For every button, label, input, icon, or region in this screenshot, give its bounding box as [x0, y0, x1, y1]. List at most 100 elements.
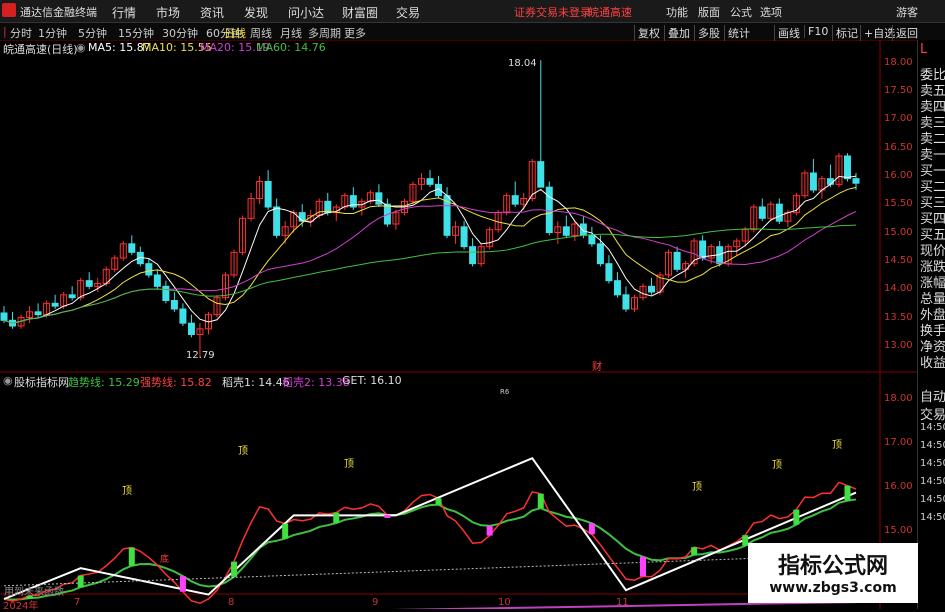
- period-tick[interactable]: 分时: [10, 25, 32, 41]
- candle-body: [145, 263, 153, 276]
- side-panel-trade-item[interactable]: 交易: [920, 404, 945, 423]
- menu-item-news[interactable]: 资讯: [200, 4, 224, 21]
- period-30min[interactable]: 30分钟: [162, 25, 198, 41]
- signal-box: [793, 509, 800, 525]
- menu-item-market[interactable]: 市场: [156, 4, 180, 21]
- menu-item-discover[interactable]: 发现: [244, 4, 268, 21]
- candle-body: [579, 223, 587, 236]
- candle-body: [179, 308, 187, 324]
- overlay-button[interactable]: 叠加: [664, 25, 690, 41]
- stock-notice[interactable]: 皖通高速: [588, 4, 632, 20]
- price-tick-label: 17.50: [884, 84, 913, 96]
- adjust-button[interactable]: 复权: [634, 25, 660, 41]
- signal-box: [384, 514, 391, 518]
- signal-bottom-1: 底: [160, 555, 170, 565]
- menu-item-wealth[interactable]: 财富圈: [342, 4, 378, 21]
- add-watchlist-button[interactable]: +自选: [860, 25, 895, 41]
- menu-options[interactable]: 选项: [760, 4, 782, 20]
- menu-formula[interactable]: 公式: [730, 4, 752, 20]
- multi-stock-button[interactable]: 多股: [694, 25, 720, 41]
- signal-top-3: 顶: [344, 459, 354, 470]
- candle-body: [826, 178, 834, 185]
- price-tick-label: 17.00: [884, 113, 913, 125]
- trade-login-notice[interactable]: 证券交易未登录: [514, 4, 591, 20]
- signal-box: [844, 485, 851, 501]
- site-watermark: 指标公式网 www.zbgs3.com: [748, 543, 918, 603]
- period-5min[interactable]: 5分钟: [78, 25, 107, 41]
- indicator-tick-label: 17.00: [884, 436, 913, 448]
- candle-body: [68, 294, 76, 299]
- app-title: 通达信金融终端: [20, 6, 97, 19]
- side-panel-trade-item[interactable]: 14:50: [920, 476, 945, 487]
- period-daily[interactable]: 日线: [224, 25, 246, 41]
- candles-layer: [0, 60, 860, 358]
- side-panel-trade-item[interactable]: 14:50: [920, 494, 945, 505]
- candle-body: [537, 161, 545, 188]
- future-function-hint: 用到未来函数: [4, 587, 64, 598]
- indicator-toggle-icon[interactable]: ◉: [3, 374, 13, 387]
- side-panel-trade-item[interactable]: 自动: [920, 386, 945, 405]
- side-panel-trade-item[interactable]: 14:50: [920, 440, 945, 451]
- candle-body: [0, 312, 8, 321]
- candle-body: [775, 203, 783, 222]
- candle-body: [34, 311, 42, 316]
- indicator-tick-label: 18.00: [884, 392, 913, 404]
- candle-body: [699, 240, 707, 259]
- signal-box: [435, 498, 442, 505]
- signal-box: [691, 547, 698, 555]
- signal-box: [231, 561, 238, 577]
- f10-button[interactable]: F10: [804, 25, 828, 38]
- period-monthly[interactable]: 月线: [280, 25, 302, 41]
- signal-top-5: 顶: [772, 460, 782, 471]
- signal-box: [282, 523, 289, 539]
- indicator-tick-label: 16.00: [884, 480, 913, 492]
- menu-layout[interactable]: 版面: [698, 4, 720, 20]
- menu-item-quotes[interactable]: 行情: [112, 4, 136, 21]
- candle-body: [596, 243, 604, 265]
- indicator-layer: [3, 456, 857, 609]
- signal-top-6: 顶: [832, 440, 842, 451]
- period-15min[interactable]: 15分钟: [118, 25, 154, 41]
- ma-toggle-icon[interactable]: ◉: [76, 41, 86, 54]
- side-panel-trade-item[interactable]: 14:50: [920, 422, 945, 433]
- candle-body: [426, 178, 434, 185]
- daoke2-label: 稻壳2: 13.38: [282, 376, 350, 389]
- back-button[interactable]: 返回: [892, 25, 918, 41]
- mark-button[interactable]: 标记: [832, 25, 858, 41]
- kline-chart[interactable]: [0, 40, 917, 609]
- side-panel-item[interactable]: L: [920, 42, 927, 57]
- candle-body: [588, 234, 596, 245]
- date-label-11: 11: [616, 597, 629, 608]
- stock-name-label[interactable]: 皖通高速(日线): [3, 41, 78, 57]
- candle-body: [852, 178, 860, 184]
- candle-body: [187, 322, 195, 335]
- period-1min[interactable]: 1分钟: [38, 25, 67, 41]
- menu-item-ask[interactable]: 问小达: [288, 4, 324, 21]
- daoke1-label: 稻壳1: 14.46: [222, 376, 290, 389]
- menu-function[interactable]: 功能: [666, 4, 688, 20]
- date-label-10: 10: [498, 597, 511, 608]
- candle-body: [375, 192, 383, 205]
- draw-button[interactable]: 画线: [774, 25, 800, 41]
- price-tick-label: 16.50: [884, 141, 913, 153]
- period-weekly[interactable]: 周线: [250, 25, 272, 41]
- signal-box: [537, 493, 544, 509]
- candle-body: [162, 285, 170, 301]
- period-more[interactable]: 更多: [344, 25, 366, 41]
- side-panel-trade-item[interactable]: 14:50: [920, 512, 945, 523]
- date-label-8: 8: [228, 597, 235, 608]
- candle-body: [758, 206, 766, 219]
- indicator-name[interactable]: 股标指标网: [14, 374, 69, 390]
- price-tick-label: 18.00: [884, 56, 913, 68]
- signal-top-4: 顶: [692, 482, 702, 493]
- candle-body: [128, 243, 136, 253]
- guest-label[interactable]: 游客: [896, 4, 918, 20]
- menu-item-trade[interactable]: 交易: [396, 4, 420, 21]
- side-panel-item[interactable]: 收益: [920, 352, 945, 371]
- low-price-marker: 12.79: [186, 350, 215, 361]
- price-tick-label: 15.00: [884, 226, 913, 238]
- period-multi[interactable]: 多周期: [308, 25, 341, 41]
- ma60-label: MA60: 14.76: [256, 41, 326, 54]
- side-panel-trade-item[interactable]: 14:50: [920, 458, 945, 469]
- stats-button[interactable]: 统计: [724, 25, 750, 41]
